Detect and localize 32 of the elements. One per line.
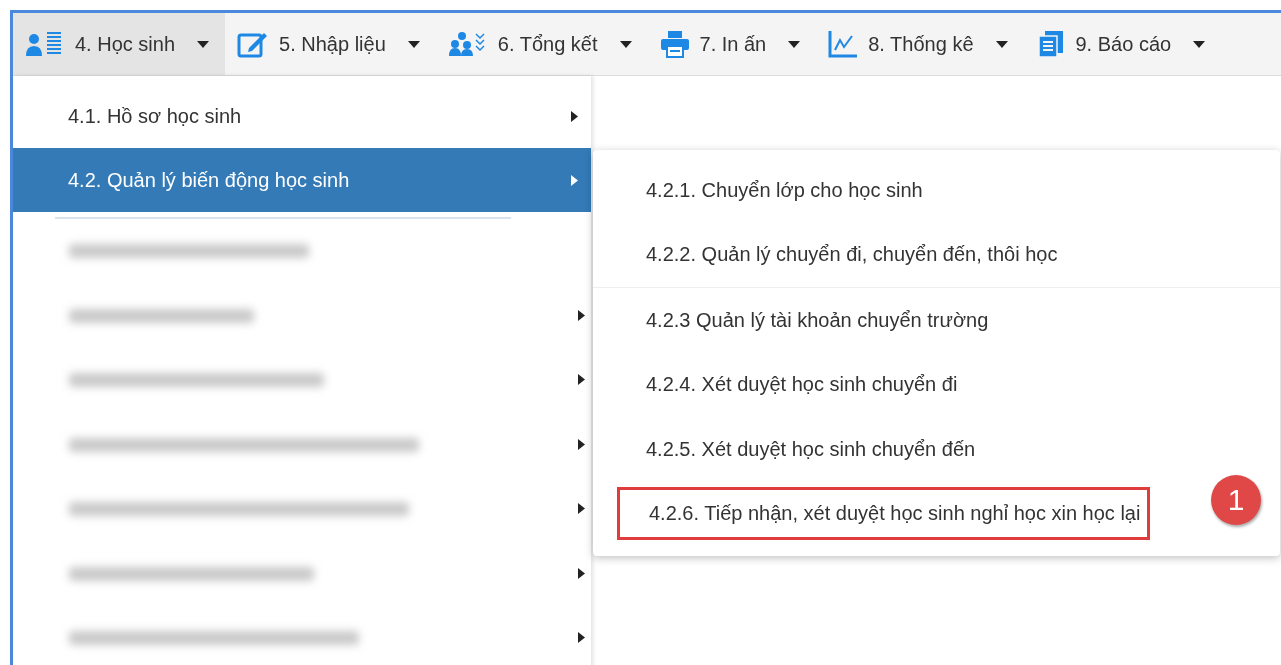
submenu-item[interactable]: 4.2.2. Quản lý chuyển đi, chuyển đến, thôi học xyxy=(593,243,1068,267)
caret-icon xyxy=(619,40,632,48)
submenu-arrow-icon xyxy=(578,567,585,579)
caret-icon xyxy=(1193,40,1206,48)
submenu-arrow-icon xyxy=(571,174,578,186)
submenu-arrow-icon xyxy=(578,374,585,385)
printer-icon xyxy=(659,30,690,58)
edit-icon xyxy=(237,30,270,58)
submenu-arrow-icon xyxy=(578,309,585,321)
submenu-item[interactable]: 4.2.5. Xét duyệt học sinh chuyển đến xyxy=(593,437,986,461)
submenu-item[interactable]: 4.2.1. Chuyển lớp cho học sinh xyxy=(593,178,933,202)
menu-bar-item[interactable]: 7. In ấn xyxy=(647,13,817,75)
menu-bar-item[interactable]: 5. Nhập liệu xyxy=(225,13,436,75)
submenu-arrow-icon xyxy=(578,632,585,643)
submenu-arrow-icon xyxy=(571,110,578,122)
submenu-item[interactable]: 4.2.3 Quản lý tài khoản chuyển trường xyxy=(593,308,999,332)
menu-bar-item[interactable]: 4. Học sinh xyxy=(13,13,226,75)
caret-icon xyxy=(788,40,801,48)
submenu-arrow-icon xyxy=(578,503,585,514)
menu-bar-item[interactable]: 9. Báo cáo xyxy=(1023,13,1222,75)
menu-item[interactable]: 4.2. Quản lý biến động học sinh xyxy=(13,148,591,212)
submenu-item[interactable]: 4.2.4. Xét duyệt học sinh chuyển đi xyxy=(593,373,968,397)
menu-item[interactable]: 4.1. Hồ sơ học sinh xyxy=(13,84,591,148)
caret-icon xyxy=(407,40,420,48)
line-chart-icon xyxy=(828,30,859,58)
submenu-arrow-icon xyxy=(578,438,585,450)
caret-icon xyxy=(995,40,1008,48)
submenu-item[interactable]: 4.2.6. Tiếp nhận, xét duyệt học sinh nghỉ học xin học lại xyxy=(617,487,1151,541)
menu-bar-item[interactable]: 8. Thống kê xyxy=(816,13,1024,75)
group-icon xyxy=(447,31,488,57)
menu-bar-item[interactable]: 6. Tổng kết xyxy=(435,13,648,75)
caret-icon xyxy=(197,40,210,48)
